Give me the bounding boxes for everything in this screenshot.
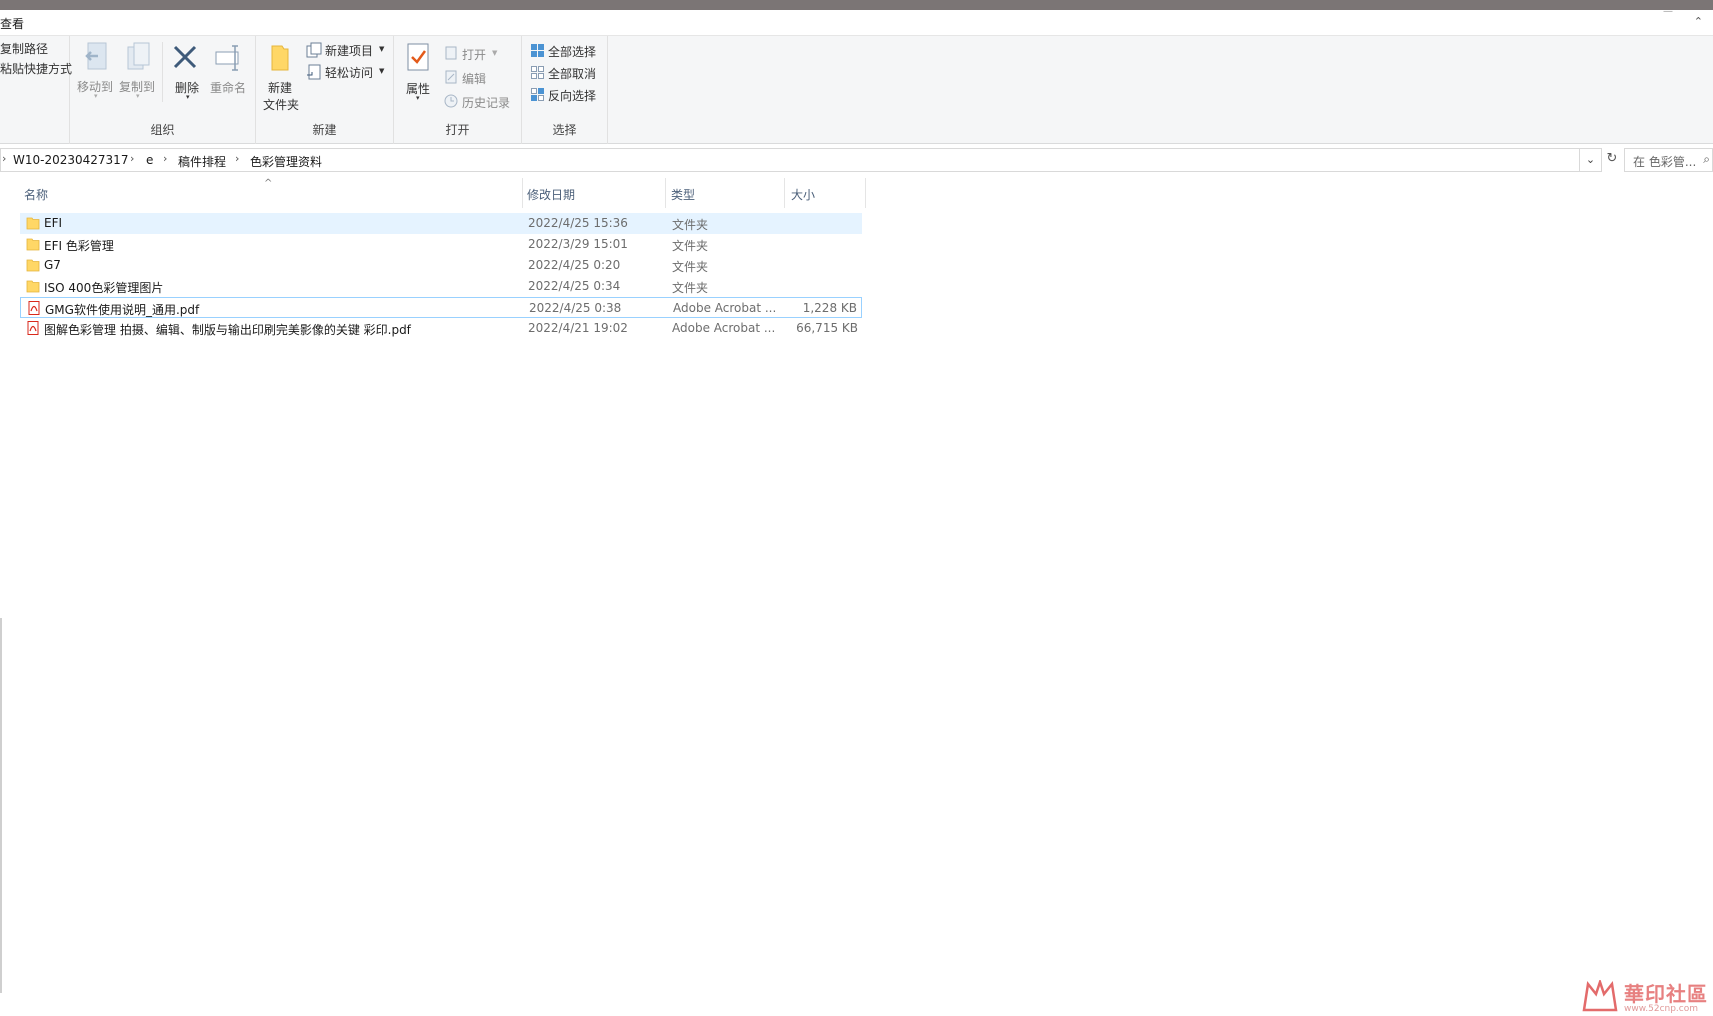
file-name: G7 bbox=[44, 258, 61, 272]
watermark-mascot-icon bbox=[1582, 980, 1618, 1012]
new-item-dropdown-icon: ▼ bbox=[379, 45, 385, 53]
address-field[interactable]: › W10-20230427317 › e › 稿件排程 › 色彩管理资料 bbox=[0, 148, 1580, 172]
folder-row[interactable]: EFI 2022/4/25 15:36 文件夹 bbox=[20, 213, 862, 234]
address-bar: › W10-20230427317 › e › 稿件排程 › 色彩管理资料 ⌄ … bbox=[0, 148, 1713, 174]
edit-icon bbox=[445, 70, 457, 84]
folder-icon bbox=[26, 280, 40, 293]
select-none-icon bbox=[531, 66, 544, 79]
ribbon-group-new: 新建 文件夹 新建项目 ▼ 轻松访问 ▼ 新建 bbox=[256, 36, 394, 144]
easy-access-icon bbox=[307, 64, 321, 80]
search-box[interactable]: 在 色彩管... ⌕ bbox=[1624, 148, 1713, 172]
breadcrumb-separator-icon: › bbox=[235, 152, 240, 165]
folder-row[interactable]: ISO 400色彩管理图片 2022/4/25 0:34 文件夹 bbox=[20, 276, 862, 297]
folder-icon bbox=[26, 238, 40, 251]
column-header-type[interactable]: 类型 bbox=[666, 178, 784, 212]
paste-shortcut-button[interactable]: 粘贴快捷方式 bbox=[0, 60, 72, 77]
file-row[interactable]: 图解色彩管理 拍摄、编辑、制版与输出印刷完美影像的关键 彩印.pdf 2022/4… bbox=[20, 318, 862, 339]
ribbon: 复制路径 粘贴快捷方式 移动到 ▾ 复制到 ▾ 删除 ▾ 重命名 组织 新建 文… bbox=[0, 36, 1713, 144]
group-label-open: 打开 bbox=[445, 123, 470, 137]
open-dropdown-icon: ▼ bbox=[492, 49, 498, 57]
file-type: 文件夹 bbox=[672, 281, 709, 295]
folder-icon bbox=[26, 259, 40, 272]
ribbon-group-organize: 移动到 ▾ 复制到 ▾ 删除 ▾ 重命名 组织 bbox=[70, 36, 256, 144]
breadcrumb-current-folder[interactable]: 色彩管理资料 bbox=[250, 153, 322, 170]
column-divider[interactable] bbox=[865, 178, 866, 208]
file-name: EFI 色彩管理 bbox=[44, 239, 114, 253]
group-label-organize: 组织 bbox=[150, 123, 175, 137]
move-to-icon bbox=[85, 42, 107, 70]
minimize-icon[interactable]: — bbox=[1663, 6, 1673, 17]
column-header-size[interactable]: 大小 bbox=[785, 178, 865, 212]
pdf-file-icon bbox=[28, 301, 40, 315]
breadcrumb-drive-e[interactable]: e bbox=[146, 153, 153, 167]
move-to-dropdown-icon: ▾ bbox=[94, 92, 98, 100]
easy-access-dropdown-icon: ▼ bbox=[379, 67, 385, 75]
file-type: Adobe Acrobat ... bbox=[672, 321, 776, 335]
breadcrumb-folder-schedule[interactable]: 稿件排程 bbox=[178, 153, 226, 170]
file-name: ISO 400色彩管理图片 bbox=[44, 281, 164, 295]
ribbon-separator bbox=[162, 42, 163, 102]
file-name: 图解色彩管理 拍摄、编辑、制版与输出印刷完美影像的关键 彩印.pdf bbox=[44, 323, 411, 337]
ribbon-tab-bar: 查看 — ⌃ bbox=[0, 6, 1713, 36]
group-label-select: 选择 bbox=[552, 123, 577, 137]
folder-row[interactable]: G7 2022/4/25 0:20 文件夹 bbox=[20, 255, 862, 276]
pane-divider bbox=[0, 618, 2, 993]
copy-path-button[interactable]: 复制路径 bbox=[0, 40, 48, 57]
file-date: 2022/4/25 0:34 bbox=[528, 279, 621, 293]
rename-icon bbox=[215, 45, 239, 71]
group-label-new: 新建 bbox=[312, 123, 337, 137]
breadcrumb-computer[interactable]: W10-20230427317 bbox=[13, 153, 128, 167]
breadcrumb-separator-icon: › bbox=[163, 152, 168, 165]
file-type: 文件夹 bbox=[672, 239, 709, 253]
file-date: 2022/4/21 19:02 bbox=[528, 321, 628, 335]
file-date: 2022/4/25 0:38 bbox=[529, 301, 622, 315]
invert-selection-icon bbox=[531, 88, 544, 101]
file-row[interactable]: GMG软件使用说明_通用.pdf 2022/4/25 0:38 Adobe Acro… bbox=[20, 297, 862, 318]
copy-to-icon bbox=[127, 42, 150, 70]
ribbon-group-clipboard: 复制路径 粘贴快捷方式 bbox=[0, 36, 72, 144]
window-top-strip bbox=[0, 0, 1713, 10]
address-history-dropdown-icon[interactable]: ⌄ bbox=[1580, 148, 1602, 172]
column-header-date[interactable]: 修改日期 bbox=[523, 178, 665, 212]
file-type: 文件夹 bbox=[672, 218, 709, 232]
tab-view[interactable]: 查看 bbox=[0, 15, 24, 32]
copy-to-dropdown-icon: ▾ bbox=[136, 92, 140, 100]
ribbon-group-open: 属性 ▾ 打开 ▼ 编辑 历史记录 打开 bbox=[394, 36, 522, 144]
open-icon bbox=[445, 46, 457, 60]
file-date: 2022/3/29 15:01 bbox=[528, 237, 628, 251]
properties-checkmark-icon bbox=[407, 43, 429, 71]
properties-dropdown-icon: ▾ bbox=[416, 94, 420, 102]
search-placeholder: 在 色彩管... bbox=[1633, 155, 1697, 169]
file-size: 1,228 KB bbox=[802, 301, 857, 315]
new-item-icon bbox=[306, 42, 322, 58]
file-name: GMG软件使用说明_通用.pdf bbox=[45, 303, 200, 317]
folder-row[interactable]: EFI 色彩管理 2022/3/29 15:01 文件夹 bbox=[20, 234, 862, 255]
breadcrumb-separator-icon: › bbox=[2, 152, 7, 165]
search-icon[interactable]: ⌕ bbox=[1703, 152, 1710, 167]
refresh-icon[interactable]: ↻ bbox=[1602, 148, 1622, 172]
file-size: 66,715 KB bbox=[796, 321, 858, 335]
file-type: 文件夹 bbox=[672, 260, 709, 274]
watermark-logo: 華印社區 www.52cnp.com bbox=[1580, 976, 1713, 1016]
history-icon bbox=[444, 94, 458, 108]
file-list-view: ^ 名称 修改日期 类型 大小 EFI 2022/4/25 15:36 文件夹 EFI… bbox=[0, 178, 1713, 1016]
pdf-file-icon bbox=[27, 321, 39, 335]
column-header-name[interactable]: 名称 bbox=[20, 178, 520, 212]
folder-icon bbox=[26, 217, 40, 230]
select-all-icon bbox=[531, 44, 544, 57]
file-date: 2022/4/25 15:36 bbox=[528, 216, 628, 230]
ribbon-collapse-chevron-icon[interactable]: ⌃ bbox=[1694, 15, 1703, 28]
file-type: Adobe Acrobat ... bbox=[673, 301, 777, 315]
new-folder-icon bbox=[271, 45, 289, 71]
ribbon-group-select: 全部选择 全部取消 反向选择 选择 bbox=[522, 36, 608, 144]
delete-dropdown-icon: ▾ bbox=[186, 93, 190, 101]
delete-x-icon bbox=[173, 45, 197, 69]
file-date: 2022/4/25 0:20 bbox=[528, 258, 621, 272]
file-name: EFI bbox=[44, 216, 63, 230]
breadcrumb-separator-icon: › bbox=[130, 152, 135, 165]
